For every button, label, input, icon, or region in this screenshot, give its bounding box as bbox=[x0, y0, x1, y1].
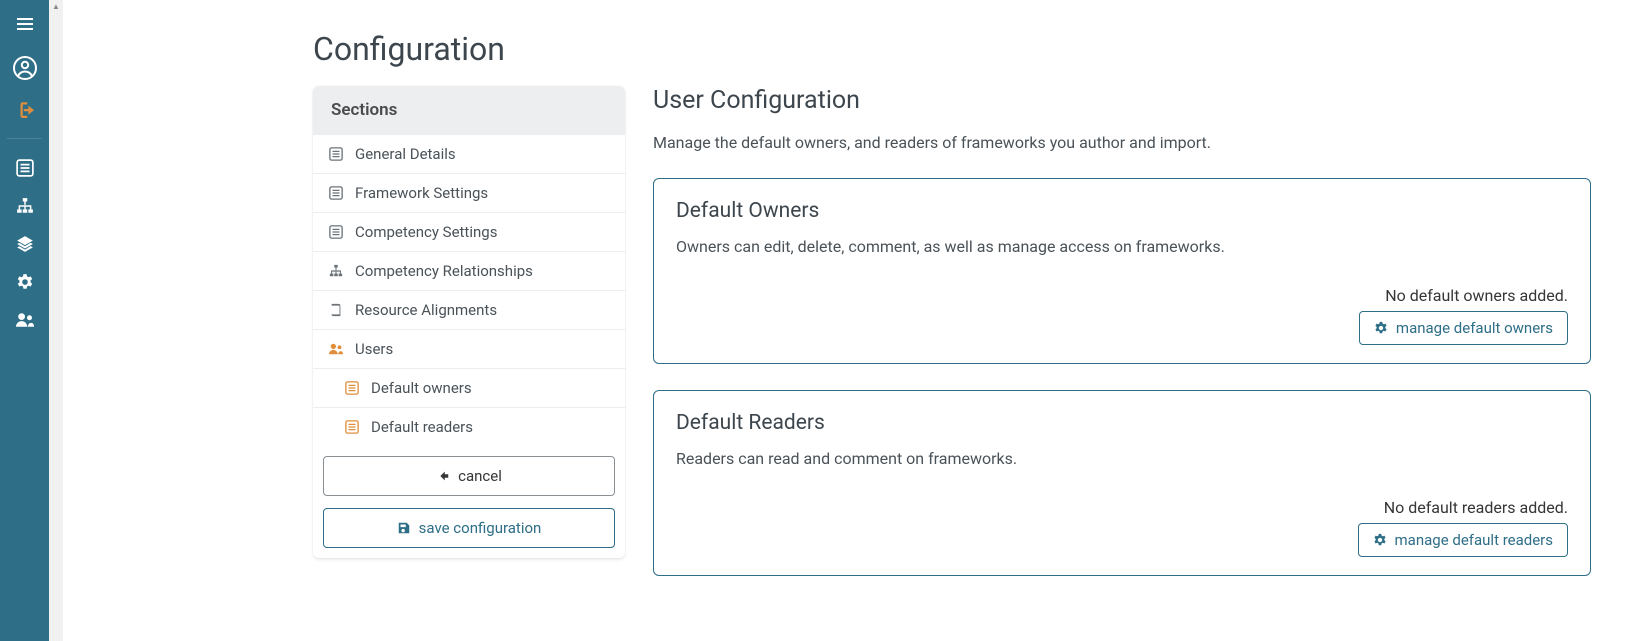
sections-panel: Sections General Details Framework Setti… bbox=[313, 86, 625, 558]
profile-icon[interactable] bbox=[0, 46, 49, 90]
cancel-button[interactable]: cancel bbox=[323, 456, 615, 496]
nav-layers-icon[interactable] bbox=[0, 225, 49, 263]
section-item-competency-settings[interactable]: Competency Settings bbox=[313, 212, 625, 251]
section-item-general-details[interactable]: General Details bbox=[313, 134, 625, 173]
nav-sitemap-icon[interactable] bbox=[0, 187, 49, 225]
manage-button-label: manage default readers bbox=[1395, 531, 1553, 549]
manage-default-readers-button[interactable]: manage default readers bbox=[1358, 523, 1568, 557]
gear-icon bbox=[1373, 533, 1387, 547]
main-content: Configuration Sections General Details F… bbox=[63, 0, 1651, 641]
save-configuration-button[interactable]: save configuration bbox=[323, 508, 615, 548]
left-sidebar bbox=[0, 0, 49, 641]
card-title: Default Owners bbox=[676, 199, 1568, 223]
save-button-label: save configuration bbox=[419, 519, 542, 537]
empty-message: No default readers added. bbox=[1384, 498, 1568, 517]
logout-icon[interactable] bbox=[0, 90, 49, 128]
page-title: Configuration bbox=[313, 30, 1591, 68]
section-item-label: General Details bbox=[355, 145, 456, 163]
section-item-default-readers[interactable]: Default readers bbox=[313, 407, 625, 446]
card-description: Owners can edit, delete, comment, as wel… bbox=[676, 237, 1568, 256]
list-icon bbox=[343, 420, 361, 434]
sidebar-separator bbox=[7, 138, 41, 139]
section-item-label: Competency Settings bbox=[355, 223, 497, 241]
section-item-default-owners[interactable]: Default owners bbox=[313, 368, 625, 407]
users-icon bbox=[327, 342, 345, 356]
section-item-users[interactable]: Users bbox=[313, 329, 625, 368]
default-readers-card: Default Readers Readers can read and com… bbox=[653, 390, 1591, 576]
section-item-label: Users bbox=[355, 340, 393, 358]
gear-icon bbox=[1374, 321, 1388, 335]
nav-settings-icon[interactable] bbox=[0, 263, 49, 301]
scroll-up-arrow[interactable]: ▲ bbox=[52, 2, 60, 11]
section-item-label: Framework Settings bbox=[355, 184, 488, 202]
list-icon bbox=[327, 225, 345, 239]
book-icon bbox=[327, 303, 345, 317]
content-area: User Configuration Manage the default ow… bbox=[653, 86, 1591, 602]
content-section-title: User Configuration bbox=[653, 86, 1591, 115]
section-item-label: Competency Relationships bbox=[355, 262, 533, 280]
save-icon bbox=[397, 521, 411, 535]
section-item-resource-alignments[interactable]: Resource Alignments bbox=[313, 290, 625, 329]
nav-users-icon[interactable] bbox=[0, 301, 49, 339]
manage-button-label: manage default owners bbox=[1396, 319, 1553, 337]
default-owners-card: Default Owners Owners can edit, delete, … bbox=[653, 178, 1591, 364]
hamburger-menu-button[interactable] bbox=[0, 10, 49, 46]
empty-message: No default owners added. bbox=[1385, 286, 1568, 305]
manage-default-owners-button[interactable]: manage default owners bbox=[1359, 311, 1568, 345]
section-item-competency-relationships[interactable]: Competency Relationships bbox=[313, 251, 625, 290]
section-item-framework-settings[interactable]: Framework Settings bbox=[313, 173, 625, 212]
card-title: Default Readers bbox=[676, 411, 1568, 435]
list-icon bbox=[327, 186, 345, 200]
list-icon bbox=[343, 381, 361, 395]
scroll-gutter[interactable]: ▲ bbox=[49, 0, 63, 641]
section-item-label: Default owners bbox=[371, 379, 472, 397]
content-section-description: Manage the default owners, and readers o… bbox=[653, 133, 1591, 152]
card-description: Readers can read and comment on framewor… bbox=[676, 449, 1568, 468]
list-icon bbox=[327, 147, 345, 161]
cancel-button-label: cancel bbox=[458, 467, 502, 485]
section-item-label: Resource Alignments bbox=[355, 301, 497, 319]
arrow-left-icon bbox=[436, 469, 450, 483]
sitemap-icon bbox=[327, 264, 345, 278]
section-item-label: Default readers bbox=[371, 418, 473, 436]
sections-panel-header: Sections bbox=[313, 86, 625, 134]
nav-list-icon[interactable] bbox=[0, 149, 49, 187]
